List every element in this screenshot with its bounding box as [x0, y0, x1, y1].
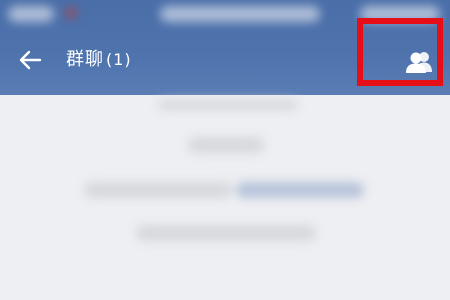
content-link: [236, 182, 364, 198]
content-line: [84, 182, 232, 198]
status-bar-icons: [160, 6, 320, 22]
arrow-left-icon: [19, 50, 42, 70]
highlight-box: [357, 18, 443, 86]
member-count: (1): [106, 50, 132, 69]
status-bar-notification-icon: [66, 8, 76, 18]
back-button[interactable]: [14, 46, 46, 74]
content-line: [188, 137, 264, 153]
content-line: [158, 100, 298, 110]
chat-content: [0, 95, 450, 300]
status-bar-signal-icon: [8, 6, 54, 22]
content-line: [136, 225, 316, 241]
chat-title: 群聊: [66, 49, 104, 70]
page-title: 群聊 (1): [66, 47, 132, 73]
